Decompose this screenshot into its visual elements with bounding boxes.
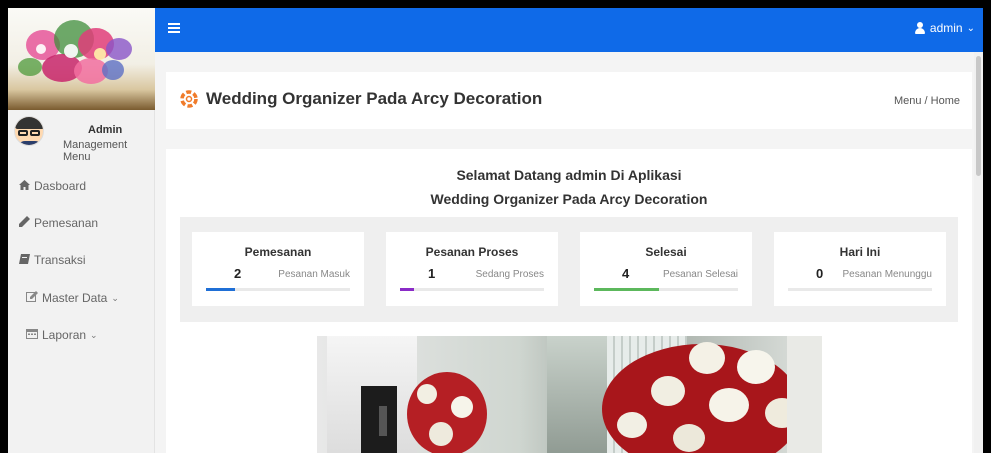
user-menu-label: admin	[929, 21, 963, 35]
stat-progress-track	[206, 288, 350, 291]
stat-caption: Sedang Proses	[475, 269, 544, 280]
stat-label: Hari Ini	[839, 245, 881, 259]
stat-card-hari-ini: Hari Ini 0 Pesanan Menunggu	[774, 232, 946, 306]
stat-progress-fill	[594, 288, 659, 291]
sidebar-item-label: Laporan	[42, 328, 87, 342]
menu-toggle-icon[interactable]	[168, 23, 180, 33]
sidebar-item-label: Dasboard	[34, 179, 87, 193]
stat-progress-track	[400, 288, 544, 291]
page-header: Wedding Organizer Pada Arcy Decoration M…	[166, 72, 972, 129]
stat-card-pesanan-proses: Pesanan Proses 1 Sedang Proses	[386, 232, 558, 306]
user-menu[interactable]: admin ⌄	[914, 21, 975, 35]
stat-progress-track	[788, 288, 932, 291]
stat-value: 4	[622, 266, 630, 281]
stat-label: Selesai	[645, 245, 687, 259]
stats-row: Pemesanan 2 Pesanan Masuk Pesanan Proses…	[180, 217, 958, 322]
sidebar-item-label: Pemesanan	[34, 216, 99, 230]
chevron-down-icon: ⌄	[90, 329, 98, 340]
wedding-decoration-photo	[317, 336, 822, 453]
sidebar-item-label: Master Data	[42, 291, 108, 305]
stat-card-selesai: Selesai 4 Pesanan Selesai	[580, 232, 752, 306]
sidebar-item-pemesanan[interactable]: Pemesanan	[18, 216, 98, 230]
stat-caption: Pesanan Selesai	[662, 269, 738, 280]
sidebar-item-laporan[interactable]: Laporan ⌄	[26, 328, 98, 342]
stat-caption: Pesanan Masuk	[278, 269, 350, 280]
sidebar-item-dasboard[interactable]: Dasboard	[18, 179, 86, 193]
logo-icon	[180, 90, 198, 108]
stat-value: 2	[234, 266, 242, 281]
app-frame: Admin Management Menu Dasboard Pemesanan…	[8, 8, 983, 453]
breadcrumb: Menu / Home	[893, 95, 960, 107]
sidebar-item-label: Transaksi	[34, 253, 86, 267]
chevron-down-icon: ⌄	[966, 22, 975, 34]
user-profile: Admin Management Menu	[8, 110, 154, 163]
chevron-down-icon: ⌄	[111, 292, 119, 303]
edit-icon	[26, 291, 38, 305]
home-icon	[18, 179, 30, 193]
stat-label: Pemesanan	[244, 245, 312, 259]
stat-label: Pesanan Proses	[425, 245, 519, 259]
stat-caption: Pesanan Menunggu	[842, 269, 932, 280]
welcome-line-2: Wedding Organizer Pada Arcy Decoration	[430, 191, 708, 207]
welcome-line-1: Selamat Datang admin Di Aplikasi	[456, 167, 682, 183]
stat-progress-fill	[400, 288, 415, 291]
page-title: Wedding Organizer Pada Arcy Decoration	[206, 89, 543, 108]
sidebar-flower-image	[8, 8, 155, 110]
page-scrollbar[interactable]	[974, 52, 983, 453]
stat-value: 0	[816, 266, 824, 281]
sidebar: Admin Management Menu Dasboard Pemesanan…	[8, 8, 155, 453]
profile-name: Admin	[88, 124, 123, 136]
book-icon	[18, 253, 30, 267]
stat-progress-track	[594, 288, 738, 291]
avatar	[14, 116, 44, 146]
stat-value: 1	[428, 266, 436, 281]
stat-progress-fill	[206, 288, 235, 291]
stat-card-pemesanan: Pemesanan 2 Pesanan Masuk	[192, 232, 364, 306]
calendar-icon	[26, 328, 38, 342]
pencil-icon	[18, 216, 30, 230]
profile-role: Management Menu	[63, 139, 128, 163]
top-navbar: admin ⌄	[155, 8, 983, 52]
dashboard-panel: Selamat Datang admin Di Aplikasi Wedding…	[166, 149, 972, 453]
sidebar-item-master-data[interactable]: Master Data ⌄	[26, 291, 119, 305]
sidebar-item-transaksi[interactable]: Transaksi	[18, 253, 86, 267]
user-icon	[914, 22, 926, 34]
